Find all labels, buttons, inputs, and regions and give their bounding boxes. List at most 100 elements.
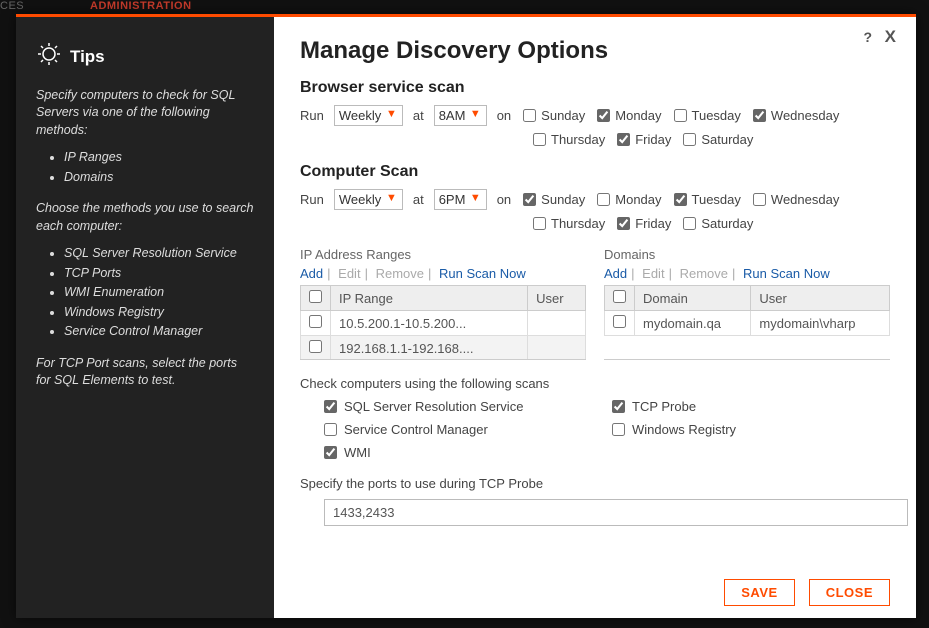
day-checkbox[interactable]	[523, 193, 536, 206]
day-checkbox[interactable]	[683, 217, 696, 230]
scan-methods-label: Check computers using the following scan…	[300, 376, 890, 391]
domains-table: Domain User mydomain.qamydomain\vharp	[604, 285, 890, 336]
day-checkbox[interactable]	[674, 109, 687, 122]
day-label: Friday	[635, 216, 671, 231]
day-label: Tuesday	[692, 192, 741, 207]
day-option[interactable]: Saturday	[683, 132, 753, 147]
table-row[interactable]: 10.5.200.1-10.5.200...	[301, 311, 586, 336]
row-checkbox[interactable]	[309, 340, 322, 353]
day-option[interactable]: Tuesday	[674, 192, 741, 207]
computer-scan-time-select[interactable]: 6PM	[434, 189, 487, 210]
bg-text-admin: ADMINISTRATION	[90, 0, 192, 12]
dialog: Tips Specify computers to check for SQL …	[16, 14, 916, 618]
browser-scan-heading: Browser service scan	[300, 79, 890, 97]
scan-method-option[interactable]: WMI	[324, 445, 602, 460]
row-checkbox[interactable]	[309, 315, 322, 328]
day-checkbox[interactable]	[523, 109, 536, 122]
tips-search-item: TCP Ports	[64, 265, 254, 283]
tips-para2: Choose the methods you use to search eac…	[36, 200, 254, 235]
tcp-ports-section: Specify the ports to use during TCP Prob…	[300, 476, 890, 526]
day-label: Monday	[615, 108, 661, 123]
day-checkbox[interactable]	[597, 193, 610, 206]
ip-ranges-section: IP Address Ranges Add| Edit| Remove| Run…	[300, 247, 586, 360]
day-checkbox[interactable]	[674, 193, 687, 206]
scan-method-checkbox[interactable]	[612, 423, 625, 436]
browser-scan-frequency-select[interactable]: Weekly	[334, 105, 403, 126]
day-checkbox[interactable]	[533, 217, 546, 230]
scan-method-checkbox[interactable]	[324, 446, 337, 459]
tips-search-item: Service Control Manager	[64, 323, 254, 341]
day-label: Sunday	[541, 192, 585, 207]
day-option[interactable]: Friday	[617, 132, 671, 147]
domain-add-link[interactable]: Add	[604, 266, 627, 281]
day-label: Wednesday	[771, 192, 839, 207]
domain-col-user: User	[751, 286, 890, 311]
close-button[interactable]: CLOSE	[809, 579, 890, 606]
bg-text-ces: CES	[0, 0, 24, 12]
dialog-footer: SAVE CLOSE	[724, 579, 890, 606]
day-option[interactable]: Friday	[617, 216, 671, 231]
scan-method-option[interactable]: SQL Server Resolution Service	[324, 399, 602, 414]
scan-method-label: Service Control Manager	[344, 422, 488, 437]
scan-method-checkbox[interactable]	[612, 400, 625, 413]
ip-ranges-linkbar: Add| Edit| Remove| Run Scan Now	[300, 266, 586, 281]
day-option[interactable]: Thursday	[533, 132, 605, 147]
ip-add-link[interactable]: Add	[300, 266, 323, 281]
day-option[interactable]: Sunday	[523, 108, 585, 123]
ip-edit-link[interactable]: Edit	[338, 266, 360, 281]
domain-select-all-checkbox[interactable]	[613, 290, 626, 303]
domains-title: Domains	[604, 247, 890, 262]
browser-scan-time-select[interactable]: 8AM	[434, 105, 487, 126]
day-option[interactable]: Wednesday	[753, 108, 839, 123]
at-label: at	[413, 192, 424, 207]
scan-method-option[interactable]: Service Control Manager	[324, 422, 602, 437]
day-checkbox[interactable]	[753, 193, 766, 206]
day-checkbox[interactable]	[533, 133, 546, 146]
day-option[interactable]: Sunday	[523, 192, 585, 207]
ip-range-cell: 10.5.200.1-10.5.200...	[331, 311, 528, 336]
ip-run-scan-link[interactable]: Run Scan Now	[439, 266, 526, 281]
tips-search-item: WMI Enumeration	[64, 284, 254, 302]
day-option[interactable]: Wednesday	[753, 192, 839, 207]
day-label: Monday	[615, 192, 661, 207]
domain-remove-link[interactable]: Remove	[680, 266, 728, 281]
ip-ranges-table: IP Range User 10.5.200.1-10.5.200...192.…	[300, 285, 586, 360]
day-checkbox[interactable]	[753, 109, 766, 122]
day-option[interactable]: Thursday	[533, 216, 605, 231]
scan-method-option[interactable]: TCP Probe	[612, 399, 890, 414]
table-row[interactable]: 192.168.1.1-192.168....	[301, 336, 586, 361]
scan-methods-section: Check computers using the following scan…	[300, 376, 890, 460]
tcp-ports-input[interactable]	[324, 499, 908, 526]
tips-sidebar: Tips Specify computers to check for SQL …	[16, 17, 274, 618]
day-option[interactable]: Saturday	[683, 216, 753, 231]
ip-remove-link[interactable]: Remove	[376, 266, 424, 281]
domain-run-scan-link[interactable]: Run Scan Now	[743, 266, 830, 281]
day-label: Saturday	[701, 216, 753, 231]
computer-scan-days: Sunday Monday Tuesday Wednesday	[523, 192, 839, 207]
tcp-ports-label: Specify the ports to use during TCP Prob…	[300, 476, 890, 491]
browser-scan-schedule: Run Weekly at 8AM on SundayMondayTuesday…	[300, 105, 890, 126]
day-label: Sunday	[541, 108, 585, 123]
day-option[interactable]: Tuesday	[674, 108, 741, 123]
scan-method-checkbox[interactable]	[324, 400, 337, 413]
day-checkbox[interactable]	[617, 217, 630, 230]
scan-method-label: TCP Probe	[632, 399, 696, 414]
row-checkbox[interactable]	[613, 315, 626, 328]
scan-method-checkbox[interactable]	[324, 423, 337, 436]
save-button[interactable]: SAVE	[724, 579, 794, 606]
day-option[interactable]: Monday	[597, 192, 661, 207]
tips-method-item: Domains	[64, 169, 254, 187]
day-option[interactable]: Monday	[597, 108, 661, 123]
close-icon[interactable]: X	[885, 27, 896, 47]
day-checkbox[interactable]	[597, 109, 610, 122]
lightbulb-icon	[36, 41, 62, 73]
ip-range-cell: 192.168.1.1-192.168....	[331, 336, 528, 361]
scan-method-option[interactable]: Windows Registry	[612, 422, 890, 437]
table-row[interactable]: mydomain.qamydomain\vharp	[605, 311, 890, 336]
domain-edit-link[interactable]: Edit	[642, 266, 664, 281]
day-checkbox[interactable]	[683, 133, 696, 146]
day-checkbox[interactable]	[617, 133, 630, 146]
computer-scan-frequency-select[interactable]: Weekly	[334, 189, 403, 210]
help-icon[interactable]: ?	[863, 29, 872, 45]
ip-select-all-checkbox[interactable]	[309, 290, 322, 303]
